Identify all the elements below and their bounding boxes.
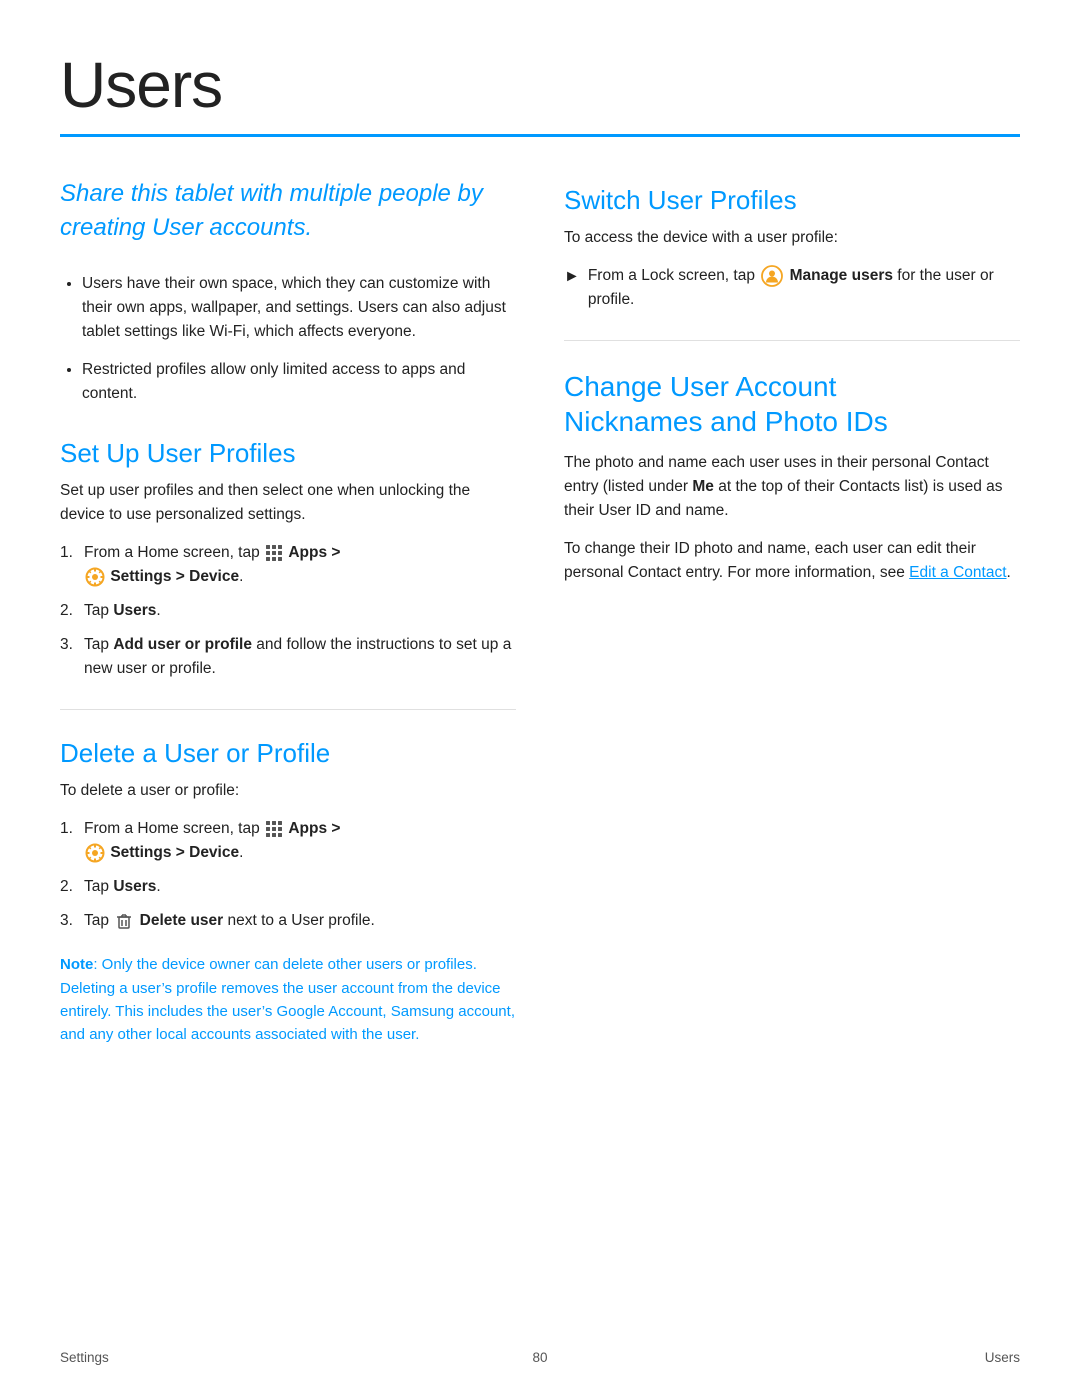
delete-steps: From a Home screen, tap Apps > bbox=[60, 817, 516, 933]
step-2: Tap Users. bbox=[60, 599, 516, 623]
left-column: Share this tablet with multiple people b… bbox=[60, 177, 516, 1046]
page-number: 80 bbox=[532, 1350, 547, 1365]
section-divider bbox=[60, 709, 516, 710]
footer-right: Users bbox=[985, 1350, 1020, 1365]
settings-bold: Settings > Device bbox=[110, 568, 239, 585]
intro-text: Share this tablet with multiple people b… bbox=[60, 177, 516, 244]
switch-instruction: ► From a Lock screen, tap Manage users f… bbox=[564, 264, 1020, 312]
settings-icon bbox=[85, 567, 105, 587]
step-3: Tap Add user or profile and follow the i… bbox=[60, 633, 516, 681]
apps-bold: Apps > bbox=[288, 544, 340, 561]
trash-icon bbox=[115, 912, 133, 930]
step-1: From a Home screen, tap Apps > bbox=[60, 541, 516, 589]
change-heading: Change User Account Nicknames and Photo … bbox=[564, 369, 1020, 439]
page-title: Users bbox=[60, 48, 1020, 122]
switch-text: From a Lock screen, tap Manage users for… bbox=[588, 264, 1020, 312]
list-item: Restricted profiles allow only limited a… bbox=[82, 358, 516, 406]
switch-heading: Switch User Profiles bbox=[564, 185, 1020, 216]
section-divider-2 bbox=[564, 340, 1020, 341]
settings-icon-2 bbox=[85, 843, 105, 863]
apps-icon-2 bbox=[265, 820, 283, 838]
note-text: Note: Only the device owner can delete o… bbox=[60, 953, 516, 1046]
delete-heading: Delete a User or Profile bbox=[60, 738, 516, 769]
switch-body: To access the device with a user profile… bbox=[564, 226, 1020, 250]
delete-step-3: Tap Delete user next to a User profile. bbox=[60, 909, 516, 933]
set-up-body: Set up user profiles and then select one… bbox=[60, 479, 516, 527]
change-para1: The photo and name each user uses in the… bbox=[564, 451, 1020, 523]
manage-users-icon bbox=[761, 265, 783, 287]
arrow-icon: ► bbox=[564, 265, 580, 290]
set-up-heading: Set Up User Profiles bbox=[60, 438, 516, 469]
bullet-list: Users have their own space, which they c… bbox=[60, 272, 516, 406]
title-divider bbox=[60, 134, 1020, 137]
right-column: Switch User Profiles To access the devic… bbox=[564, 177, 1020, 1046]
apps-icon bbox=[265, 544, 283, 562]
delete-step-2: Tap Users. bbox=[60, 875, 516, 899]
change-para2: To change their ID photo and name, each … bbox=[564, 537, 1020, 585]
edit-contact-link[interactable]: Edit a Contact bbox=[909, 564, 1006, 581]
delete-body: To delete a user or profile: bbox=[60, 779, 516, 803]
delete-step-1: From a Home screen, tap Apps > bbox=[60, 817, 516, 865]
list-item: Users have their own space, which they c… bbox=[82, 272, 516, 344]
set-up-steps: From a Home screen, tap Apps > bbox=[60, 541, 516, 681]
footer-left: Settings bbox=[60, 1350, 109, 1365]
